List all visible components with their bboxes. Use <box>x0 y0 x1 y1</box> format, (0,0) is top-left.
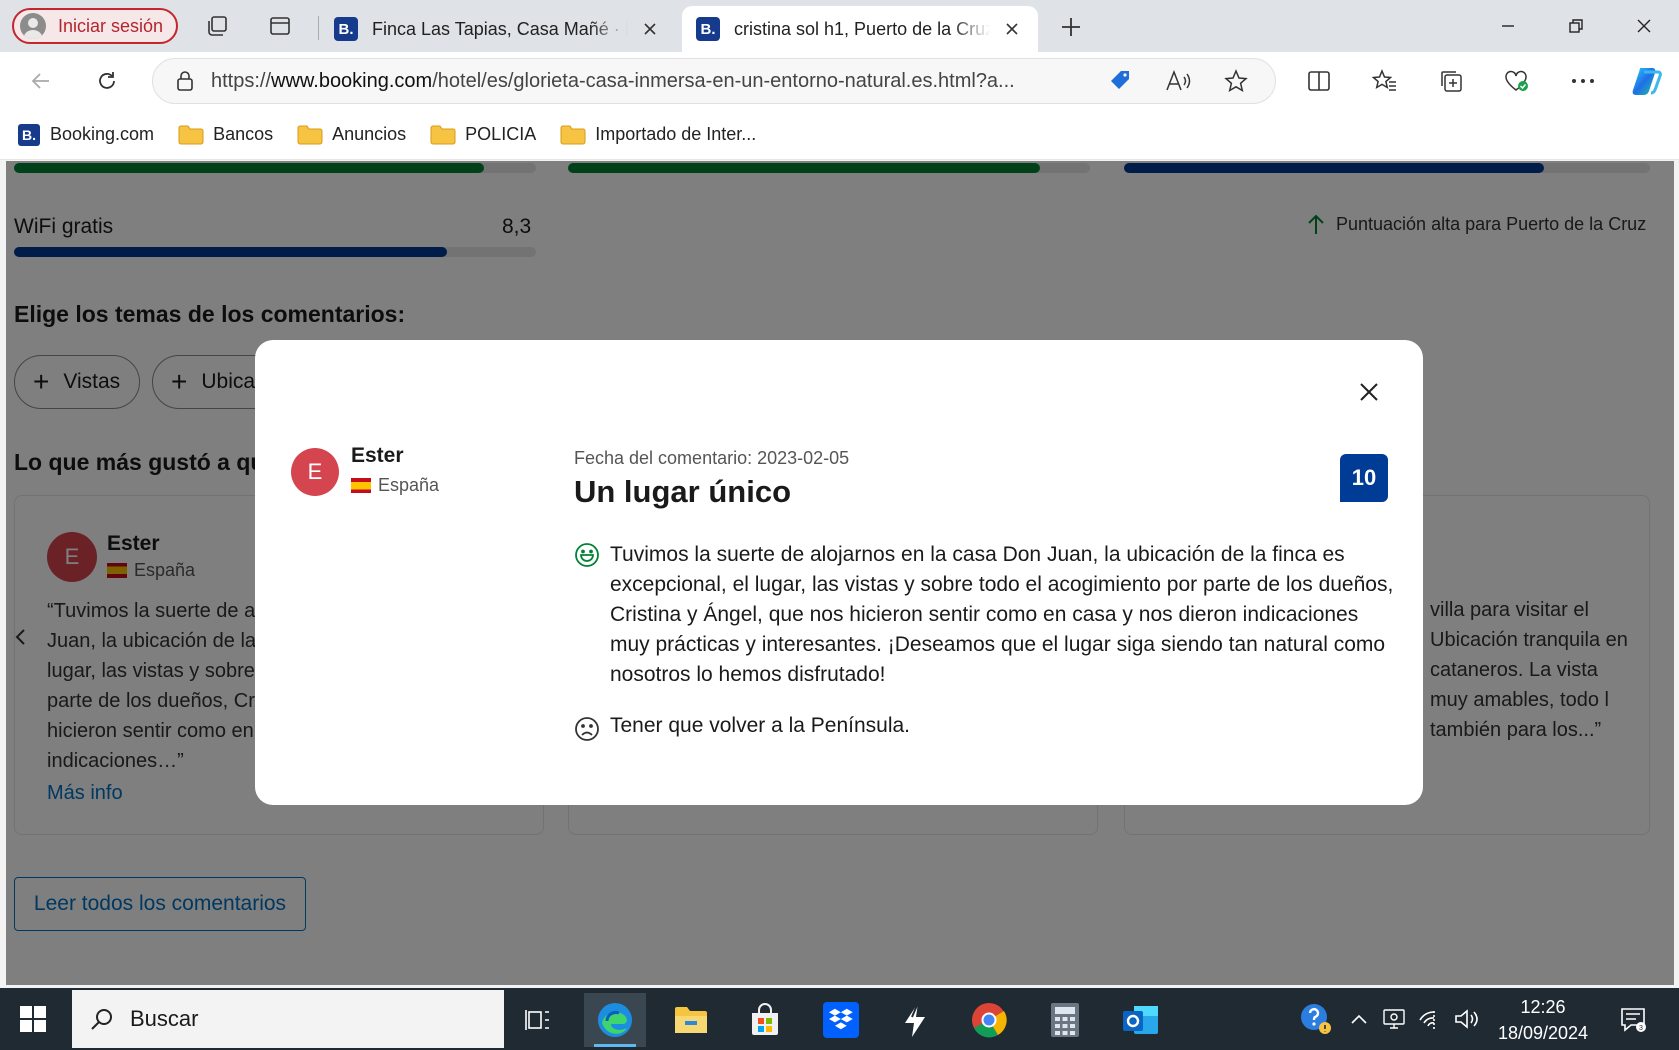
bookmark-folder-importado[interactable]: Importado de Inter... <box>560 124 756 145</box>
shopping-tag-icon[interactable] <box>1103 64 1137 98</box>
taskbar-clock[interactable]: 12:26 18/09/2024 <box>1490 994 1596 1046</box>
tab-title: cristina sol h1, Puerto de la Cruz ( <box>734 18 990 39</box>
file-explorer-icon[interactable] <box>660 993 722 1047</box>
signin-label: Iniciar sesión <box>58 15 164 36</box>
lock-icon[interactable] <box>175 70 195 92</box>
vertical-tabs-icon[interactable] <box>264 10 296 42</box>
tab-separator <box>318 16 319 40</box>
browser-tab-strip: Iniciar sesión B. Finca Las Tapias, Casa… <box>0 0 1679 52</box>
search-label: Buscar <box>130 1006 199 1031</box>
calculator-icon[interactable] <box>1034 993 1096 1047</box>
favorite-star-icon[interactable] <box>1219 64 1253 98</box>
bookmark-label: Anuncios <box>332 124 407 144</box>
active-indicator <box>594 1044 636 1047</box>
volume-icon[interactable] <box>1452 1002 1482 1036</box>
help-icon[interactable] <box>1298 1002 1334 1036</box>
network-device-icon[interactable] <box>1380 1002 1410 1036</box>
close-icon[interactable] <box>1347 370 1391 414</box>
profile-icon <box>20 13 46 39</box>
review-title: Un lugar único <box>574 474 791 509</box>
split-screen-icon[interactable] <box>1302 64 1336 98</box>
tab-finca-las-tapias[interactable]: B. Finca Las Tapias, Casa Mañé · Mes <box>320 6 676 52</box>
app-lightning-icon[interactable] <box>884 993 946 1047</box>
folder-icon <box>560 125 586 144</box>
windows-taskbar: Buscar 12:26 18/09/2024 3 <box>0 988 1679 1050</box>
bookmark-folder-bancos[interactable]: Bancos <box>178 124 273 145</box>
address-bar-row: https://www.booking.com/hotel/es/gloriet… <box>0 52 1679 110</box>
windows-start-icon[interactable] <box>16 1002 50 1036</box>
bookmark-label: Bancos <box>213 124 274 144</box>
outlook-icon[interactable] <box>1110 993 1172 1047</box>
reload-icon[interactable] <box>90 64 124 98</box>
svg-text:3: 3 <box>1639 1025 1643 1032</box>
review-modal: E Ester España Fecha del comentario: 202… <box>255 340 1423 805</box>
clock-date: 18/09/2024 <box>1497 1023 1589 1043</box>
back-icon[interactable] <box>24 64 58 98</box>
review-negative-text: Tener que volver a la Península. <box>610 714 911 737</box>
close-tab-icon[interactable] <box>638 17 662 41</box>
dropbox-icon[interactable] <box>810 993 872 1047</box>
sad-face-icon <box>575 717 599 741</box>
booking-favicon: B. <box>18 123 40 146</box>
microsoft-store-icon[interactable] <box>734 993 796 1047</box>
restore-icon[interactable] <box>1556 8 1596 44</box>
booking-favicon: B. <box>334 17 358 41</box>
edge-taskbar-icon[interactable] <box>584 993 646 1047</box>
chrome-icon[interactable] <box>958 993 1020 1047</box>
tab-title: Finca Las Tapias, Casa Mañé · Mes <box>372 18 628 39</box>
review-date: Fecha del comentario: 2023-02-05 <box>574 448 850 468</box>
bookmark-booking[interactable]: B. Booking.com <box>18 123 155 146</box>
reviewer-country: España <box>351 475 439 496</box>
taskbar-search[interactable]: Buscar <box>72 990 504 1048</box>
booking-favicon: B. <box>696 17 720 41</box>
copilot-icon[interactable] <box>1627 64 1667 98</box>
tab-cristina-sol[interactable]: B. cristina sol h1, Puerto de la Cruz ( <box>682 6 1038 52</box>
browser-essentials-icon[interactable] <box>1500 64 1534 98</box>
more-options-icon[interactable] <box>1566 64 1600 98</box>
bookmark-label: Booking.com <box>50 124 155 144</box>
url-text[interactable]: https://www.booking.com/hotel/es/gloriet… <box>211 70 1079 93</box>
wifi-icon[interactable] <box>1416 1002 1446 1036</box>
folder-icon <box>297 125 323 144</box>
notifications-icon[interactable]: 3 <box>1615 1002 1651 1036</box>
minimize-icon[interactable] <box>1488 8 1528 44</box>
chevron-up-icon[interactable] <box>1344 1002 1374 1036</box>
folder-icon <box>430 125 456 144</box>
bookmark-label: POLICIA <box>465 124 537 144</box>
review-score-badge: 10 <box>1340 454 1388 502</box>
folder-icon <box>178 125 204 144</box>
collections-icon[interactable] <box>1434 64 1468 98</box>
bookmark-folder-policia[interactable]: POLICIA <box>430 124 536 145</box>
workspaces-icon[interactable] <box>201 10 233 42</box>
review-positive-text: Tuvimos la suerte de alojarnos en la cas… <box>610 543 1394 686</box>
spain-flag-icon <box>351 478 371 493</box>
smiley-icon <box>575 543 599 567</box>
signin-button[interactable]: Iniciar sesión <box>12 8 178 44</box>
favorites-icon[interactable] <box>1368 64 1402 98</box>
avatar: E <box>291 448 339 496</box>
close-tab-icon[interactable] <box>1000 17 1024 41</box>
clock-time: 12:26 <box>1520 997 1566 1017</box>
bookmark-label: Importado de Inter... <box>595 124 757 144</box>
read-aloud-icon[interactable] <box>1161 64 1195 98</box>
new-tab-button[interactable] <box>1054 10 1088 44</box>
close-window-icon[interactable] <box>1624 8 1664 44</box>
bookmarks-bar: B. Booking.com Bancos Anuncios POLICIA I… <box>0 110 1679 160</box>
task-view-icon[interactable] <box>508 993 570 1047</box>
reviewer-name: Ester <box>351 444 404 467</box>
search-icon <box>91 1009 112 1030</box>
bookmark-folder-anuncios[interactable]: Anuncios <box>297 124 406 145</box>
country-label: España <box>378 475 440 495</box>
address-bar[interactable]: https://www.booking.com/hotel/es/gloriet… <box>152 58 1276 104</box>
